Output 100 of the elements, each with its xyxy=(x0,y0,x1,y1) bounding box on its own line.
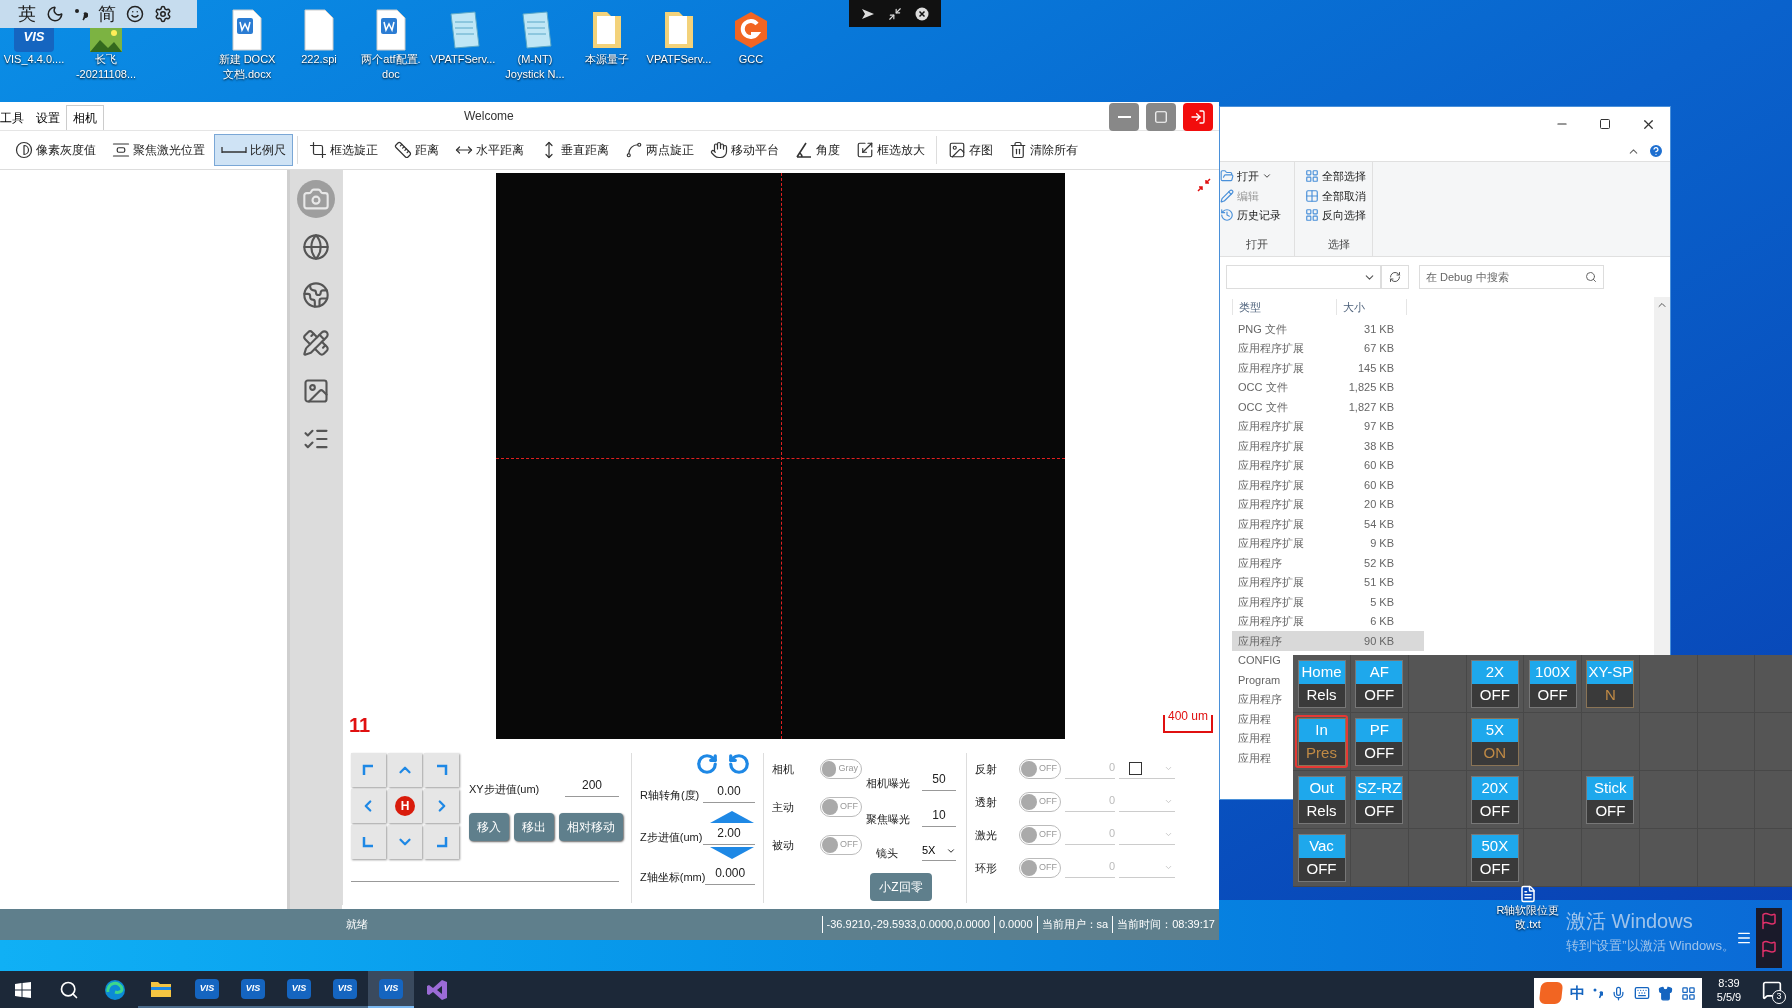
toolbar-button[interactable]: 距离 xyxy=(387,134,446,166)
column-header[interactable]: 类型 xyxy=(1232,298,1337,316)
toolbar-button[interactable]: 聚焦激光位置 xyxy=(105,134,212,166)
ime-script-label[interactable]: 简 xyxy=(98,0,116,28)
grid-icon[interactable] xyxy=(1681,985,1696,1001)
grid-toggle-button[interactable]: XY-SP N xyxy=(1586,659,1635,708)
sogou-logo-icon[interactable] xyxy=(1538,982,1564,1004)
file-row[interactable]: OCC 文件 1,827 KB xyxy=(1232,397,1424,417)
file-row[interactable]: 应用程序 xyxy=(1232,689,1288,709)
grid-toggle-button[interactable]: 5X ON xyxy=(1470,717,1519,766)
grid-toggle-button[interactable]: 2X OFF xyxy=(1470,659,1519,708)
grid-toggle-button[interactable]: AF OFF xyxy=(1355,659,1404,708)
file-row[interactable]: 应用程序扩展 6 KB xyxy=(1232,611,1424,631)
rotate-clockwise-icon[interactable] xyxy=(695,753,718,775)
vis-app-icon[interactable]: VIS xyxy=(241,978,265,999)
grid-toggle-button[interactable]: 20X OFF xyxy=(1470,775,1519,824)
refresh-button[interactable] xyxy=(1381,265,1409,289)
maximize-icon[interactable] xyxy=(1599,118,1611,130)
grid-toggle-button[interactable]: Vac OFF xyxy=(1297,833,1346,882)
value-field[interactable]: 0.00 xyxy=(703,781,755,803)
desktop-icon-label[interactable]: 222.spi xyxy=(301,52,337,67)
file-row[interactable]: 应用程序扩展 54 KB xyxy=(1232,514,1424,534)
ribbon-button[interactable]: 历史记录 xyxy=(1220,207,1294,224)
rotate-counterclockwise-icon[interactable] xyxy=(727,753,750,775)
toolbar-button[interactable]: 移动平台 xyxy=(703,134,786,166)
emoji-icon[interactable] xyxy=(126,5,144,23)
toolbar-button[interactable]: 垂直距离 xyxy=(533,134,616,166)
desktop-icon-label[interactable]: 新建 DOCX 文档.docx xyxy=(218,52,276,82)
grid-toggle-button[interactable]: PF OFF xyxy=(1355,717,1404,766)
file-row[interactable]: 应用程序扩展 38 KB xyxy=(1232,436,1424,456)
move-button[interactable]: 移出 xyxy=(514,813,554,841)
grid-toggle-button[interactable]: In Pres xyxy=(1297,717,1346,766)
value-field[interactable]: 0.000 xyxy=(705,863,755,885)
value-field[interactable]: 2.00 xyxy=(703,823,755,845)
value-field[interactable]: 10 xyxy=(922,805,956,827)
jog-button[interactable] xyxy=(424,825,459,859)
file-row[interactable]: 应用程序扩展 9 KB xyxy=(1232,533,1424,553)
search-icon[interactable] xyxy=(59,979,79,1000)
file-row[interactable]: 应用程 xyxy=(1232,709,1288,729)
menu-tab[interactable]: 工具 xyxy=(0,105,30,130)
home-button[interactable]: H xyxy=(387,789,423,823)
flag-icon[interactable] xyxy=(1760,912,1778,930)
microphone-icon[interactable] xyxy=(1611,985,1626,1001)
grid-toggle-button[interactable]: Stick OFF xyxy=(1586,775,1635,824)
lens-dropdown[interactable]: 5X xyxy=(922,841,956,861)
search-field[interactable]: 在 Debug 中搜索 xyxy=(1419,265,1604,289)
file-row[interactable]: 应用程 xyxy=(1232,728,1288,748)
keyboard-icon[interactable] xyxy=(1634,985,1650,1001)
move-button[interactable]: 移入 xyxy=(469,813,509,841)
file-row[interactable]: OCC 文件 1,825 KB xyxy=(1232,377,1424,397)
menu-icon[interactable] xyxy=(1736,930,1752,946)
exit-button[interactable] xyxy=(1183,103,1213,131)
file-row[interactable]: 应用程序 90 KB xyxy=(1232,631,1424,651)
checkbox[interactable] xyxy=(1129,762,1142,775)
flag-icon[interactable] xyxy=(1760,940,1778,958)
punctuation-icon[interactable] xyxy=(1593,987,1603,999)
toolbar-button[interactable]: 比例尺 xyxy=(214,134,293,166)
desktop-icon-label[interactable]: GCC xyxy=(738,52,764,67)
file-row[interactable]: CONFIG xyxy=(1232,650,1288,670)
windows-start-icon[interactable] xyxy=(15,981,31,998)
desktop-icon-label[interactable]: 两个atf配置. doc xyxy=(361,52,421,82)
z-zero-button[interactable]: 小Z回零 xyxy=(870,873,932,901)
file-row[interactable]: 应用程序扩展 60 KB xyxy=(1232,475,1424,495)
visual-studio-icon[interactable] xyxy=(426,978,448,1001)
desktop-icon-label[interactable]: (M-NT) Joystick N... xyxy=(505,52,565,82)
toolbar-button[interactable]: 框选旋正 xyxy=(302,134,385,166)
vis-app-icon[interactable]: VIS xyxy=(333,978,357,999)
file-row[interactable]: 应用程序扩展 67 KB xyxy=(1232,338,1424,358)
ribbon-button[interactable]: 全部取消 xyxy=(1305,187,1372,204)
value-field[interactable]: 50 xyxy=(922,769,956,791)
file-row[interactable]: 应用程序扩展 20 KB xyxy=(1232,494,1424,514)
help-icon[interactable] xyxy=(1648,143,1664,159)
browser-icon[interactable] xyxy=(104,978,126,1001)
toolbar-button[interactable]: 角度 xyxy=(788,134,847,166)
desktop-icon-label[interactable]: 长飞 -20211108... xyxy=(75,52,137,82)
jog-button[interactable] xyxy=(351,753,386,787)
menu-tab[interactable]: 相机 xyxy=(66,105,104,130)
close-icon[interactable] xyxy=(914,6,929,21)
minimize-button[interactable] xyxy=(1109,103,1139,131)
file-row[interactable]: 应用程序扩展 5 KB xyxy=(1232,592,1424,612)
ribbon-button[interactable]: 反向选择 xyxy=(1305,207,1372,224)
ribbon-button[interactable]: 全部选择 xyxy=(1305,168,1372,185)
grid-toggle-button[interactable]: 100X OFF xyxy=(1528,659,1577,708)
desktop-icon-label[interactable]: R轴软限位更 改.txt xyxy=(1496,903,1560,931)
move-button[interactable]: 相对移动 xyxy=(559,813,623,841)
file-row[interactable]: Program xyxy=(1232,670,1288,690)
ime-mode-label[interactable]: 中 xyxy=(1570,981,1585,1005)
ribbon-button[interactable]: 打开 xyxy=(1220,168,1294,185)
file-row[interactable]: 应用程序扩展 60 KB xyxy=(1232,455,1424,475)
file-row[interactable]: 应用程 xyxy=(1232,748,1288,768)
moon-icon[interactable] xyxy=(46,5,64,23)
toolbar-button[interactable]: 两点旋正 xyxy=(618,134,701,166)
toolbar-button[interactable]: 像素灰度值 xyxy=(8,134,103,166)
settings-icon[interactable] xyxy=(154,5,172,23)
shrink-icon[interactable] xyxy=(1197,178,1211,192)
desktop-icon-label[interactable]: VPATFServ... xyxy=(430,52,496,67)
column-header[interactable]: 大小 xyxy=(1337,298,1407,316)
toolbar-button[interactable]: 清除所有 xyxy=(1002,134,1085,166)
grid-toggle-button[interactable]: Out Rels xyxy=(1297,775,1346,824)
vis-app-icon[interactable]: VIS xyxy=(379,978,403,999)
